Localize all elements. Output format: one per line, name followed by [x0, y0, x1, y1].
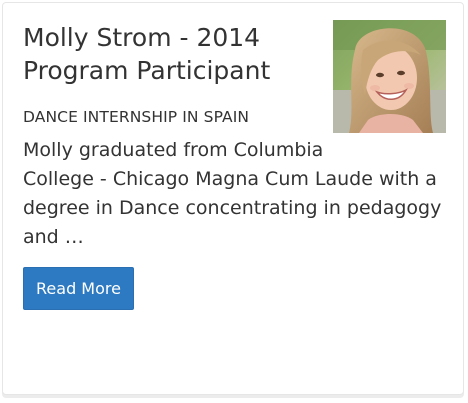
participant-excerpt: Molly graduated from Columbia College - …	[23, 136, 443, 252]
participant-photo	[333, 20, 446, 133]
read-more-button[interactable]: Read More	[23, 267, 134, 310]
excerpt-line: and …	[23, 226, 84, 248]
title-line-2: Program Participant	[23, 56, 271, 85]
excerpt-line: Molly graduated from Columbia	[23, 139, 324, 161]
program-subtitle: DANCE INTERNSHIP IN SPAIN	[23, 108, 250, 126]
participant-card: Molly Strom - 2014 Program Participant D…	[2, 2, 464, 395]
participant-title: Molly Strom - 2014 Program Participant	[23, 21, 323, 87]
excerpt-line: College - Chicago Magna Cum Laude with a	[23, 168, 437, 190]
title-line-1: Molly Strom - 2014	[23, 23, 261, 52]
excerpt-line: degree in Dance concentrating in pedagog…	[23, 197, 442, 219]
